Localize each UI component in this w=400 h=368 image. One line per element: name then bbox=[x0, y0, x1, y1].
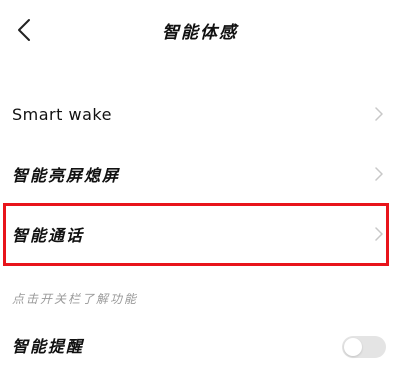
smart-reminder-toggle[interactable] bbox=[342, 336, 386, 358]
settings-item-label: 智能亮屏熄屏 bbox=[12, 166, 121, 185]
settings-item-smart-screen[interactable]: 智能亮屏熄屏 bbox=[0, 144, 400, 204]
chevron-right-icon bbox=[375, 167, 383, 181]
settings-item-label: 智能通话 bbox=[12, 226, 85, 245]
chevron-right-icon bbox=[375, 107, 383, 121]
settings-item-smart-call[interactable]: 智能通话 bbox=[0, 204, 400, 264]
smart-reminder-row: 智能提醒 bbox=[0, 322, 400, 368]
settings-page: 智能体感 Smart wake 智能亮屏熄屏 智能通话 点击开关栏了解功能 智能… bbox=[0, 0, 400, 368]
page-title: 智能体感 bbox=[162, 23, 238, 43]
settings-item-label: Smart wake bbox=[12, 104, 112, 124]
header: 智能体感 bbox=[0, 0, 400, 62]
settings-item-smart-wake[interactable]: Smart wake bbox=[0, 84, 400, 144]
section-hint: 点击开关栏了解功能 bbox=[12, 292, 139, 306]
chevron-right-icon bbox=[375, 227, 383, 241]
toggle-knob bbox=[344, 338, 362, 356]
settings-list: Smart wake 智能亮屏熄屏 智能通话 bbox=[0, 84, 400, 264]
smart-reminder-label: 智能提醒 bbox=[12, 337, 85, 356]
